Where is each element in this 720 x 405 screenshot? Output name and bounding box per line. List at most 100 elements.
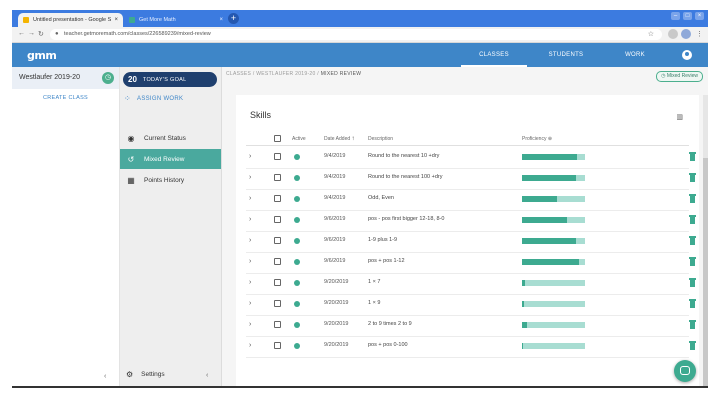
header-description[interactable]: Description [368,136,393,142]
close-tab-icon[interactable]: × [114,17,118,23]
row-checkbox[interactable] [274,342,281,349]
expand-chevron-icon[interactable]: › [249,153,251,160]
table-row[interactable]: › 9/6/2019 pos - pos first bigger 12-18, 8… [246,210,696,232]
trash-icon[interactable] [689,320,696,329]
expand-chevron-icon[interactable]: › [249,174,251,181]
browser-tab-slides[interactable]: Untitled presentation - Google Sl × [18,13,123,27]
chat-button[interactable] [674,360,696,382]
minimize-icon[interactable]: – [671,12,680,20]
row-checkbox[interactable] [274,174,281,181]
assign-work-button[interactable]: ⁘ ASSIGN WORK [124,94,183,103]
address-bar: ← → ↻ ● teacher.getmoremath.com/classes/… [12,27,708,43]
header-active[interactable]: Active [292,136,306,142]
breadcrumb: CLASSES / WESTLAUFER 2019-20 / MIXED REV… [226,71,361,77]
row-checkbox[interactable] [274,216,281,223]
collapse-sidebar-icon[interactable]: ‹ [206,372,208,379]
trash-icon[interactable] [689,236,696,245]
active-status-dot[interactable] [294,175,300,181]
active-status-dot[interactable] [294,301,300,307]
maximize-icon[interactable]: □ [683,12,692,20]
table-row[interactable]: › 9/4/2019 Round to the nearest 100 +dry [246,168,696,190]
gmm-logo[interactable]: gmm [27,49,57,62]
breadcrumb-class[interactable]: WESTLAUFER 2019-20 [256,71,315,77]
settings-button[interactable]: ⚙ Settings [126,370,165,379]
expand-chevron-icon[interactable]: › [249,195,251,202]
table-row[interactable]: › 9/20/2019 1 × 9 [246,294,696,316]
new-tab-button[interactable]: + [228,13,239,24]
scrollbar-thumb[interactable] [703,158,708,388]
table-row[interactable]: › 9/4/2019 Round to the nearest 10 +dry [246,147,696,169]
header-proficiency[interactable]: Proficiency ⊕ [522,136,552,142]
active-status-dot[interactable] [294,259,300,265]
account-icon[interactable] [682,50,692,60]
row-checkbox[interactable] [274,279,281,286]
table-row[interactable]: › 9/20/2019 pos + pos 0-100 [246,336,696,358]
mixed-review-pill[interactable]: ◷ Mixed Review [656,71,703,82]
expand-chevron-icon[interactable]: › [249,321,251,328]
active-status-dot[interactable] [294,217,300,223]
trash-icon[interactable] [689,257,696,266]
active-status-dot[interactable] [294,322,300,328]
date-added: 9/20/2019 [324,300,349,306]
expand-chevron-icon[interactable]: › [249,237,251,244]
table-row[interactable]: › 9/6/2019 1-9 plus 1-9 [246,231,696,253]
table-row[interactable]: › 9/20/2019 2 to 9 times 2 to 9 [246,315,696,337]
table-row[interactable]: › 9/4/2019 Odd, Even [246,189,696,211]
row-checkbox[interactable] [274,258,281,265]
select-all-checkbox[interactable] [274,135,281,142]
row-checkbox[interactable] [274,195,281,202]
trash-icon[interactable] [689,152,696,161]
back-icon[interactable]: ← [18,30,25,37]
columns-icon[interactable]: ▥ [676,113,683,121]
expand-chevron-icon[interactable]: › [249,300,251,307]
todays-goal-badge[interactable]: 20 TODAY'S GOAL [123,72,217,87]
nav-tab-students[interactable]: STUDENTS [538,43,594,67]
sidebar-item-points-history[interactable]: ▦ Points History [120,170,221,190]
expand-chevron-icon[interactable]: › [249,216,251,223]
reload-icon[interactable]: ↻ [38,30,44,38]
close-tab-icon[interactable]: × [219,17,223,23]
row-checkbox[interactable] [274,153,281,160]
trash-icon[interactable] [689,194,696,203]
header-date-added[interactable]: Date Added ↑ [324,136,355,142]
expand-chevron-icon[interactable]: › [249,279,251,286]
collapse-panel-icon[interactable]: ‹ [104,373,106,380]
row-checkbox[interactable] [274,237,281,244]
row-checkbox[interactable] [274,300,281,307]
sidebar-item-mixed-review[interactable]: ↺ Mixed Review [120,149,221,169]
bookmark-star-icon[interactable]: ☆ [648,29,654,40]
forward-icon[interactable]: → [28,30,35,37]
skill-description: 1 × 7 [368,279,381,285]
extension-icon[interactable] [668,29,678,39]
trash-icon[interactable] [689,299,696,308]
menu-dots-icon[interactable]: ⋮ [696,30,703,38]
active-status-dot[interactable] [294,238,300,244]
date-added: 9/4/2019 [324,195,346,201]
browser-tab-gmm[interactable]: Get More Math × [124,13,228,27]
calendar-icon: ▦ [127,175,135,185]
nav-tab-classes[interactable]: CLASSES [461,43,527,67]
expand-chevron-icon[interactable]: › [249,258,251,265]
table-row[interactable]: › 9/6/2019 pos + pos 1-12 [246,252,696,274]
url-field[interactable]: ● teacher.getmoremath.com/classes/226589… [50,29,662,40]
trash-icon[interactable] [689,278,696,287]
expand-chevron-icon[interactable]: › [249,342,251,349]
active-status-dot[interactable] [294,280,300,286]
breadcrumb-classes[interactable]: CLASSES [226,71,251,77]
lock-icon: ● [55,31,59,37]
trash-icon[interactable] [689,341,696,350]
row-checkbox[interactable] [274,321,281,328]
trash-icon[interactable] [689,173,696,182]
skill-description: pos + pos 1-12 [368,258,405,264]
trash-icon[interactable] [689,215,696,224]
active-status-dot[interactable] [294,343,300,349]
create-class-button[interactable]: CREATE CLASS [12,95,119,101]
class-selector[interactable]: Westlaufer 2019-20 ◷ [12,67,119,89]
table-row[interactable]: › 9/20/2019 1 × 7 [246,273,696,295]
close-window-icon[interactable]: × [695,12,704,20]
active-status-dot[interactable] [294,154,300,160]
active-status-dot[interactable] [294,196,300,202]
sidebar-item-current-status[interactable]: ◉ Current Status [120,128,221,148]
profile-icon[interactable] [681,29,691,39]
nav-tab-work[interactable]: WORK [610,43,660,67]
